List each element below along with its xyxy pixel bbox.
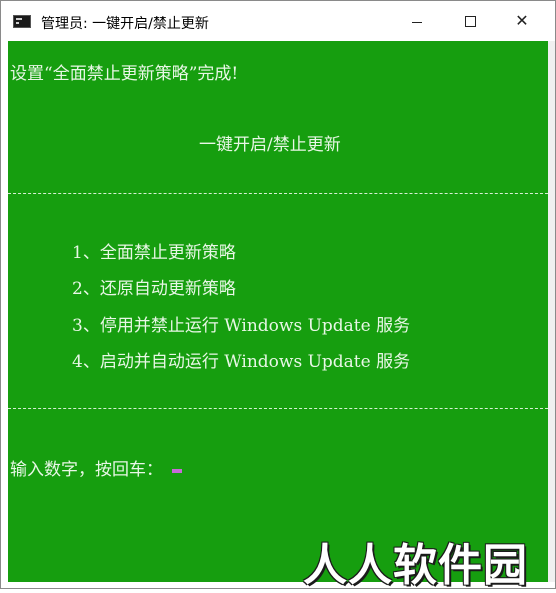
console-icon	[13, 15, 31, 28]
maximize-button[interactable]	[447, 1, 493, 41]
menu-item-4: 4、启动并自动运行 Windows Update 服务	[72, 352, 411, 372]
window-title: 管理员: 一键开启/禁止更新	[41, 16, 209, 32]
separator-bottom	[8, 408, 548, 409]
minimize-button[interactable]	[394, 1, 440, 41]
maximize-icon	[465, 16, 476, 27]
close-icon: ✕	[515, 11, 529, 30]
scrollbar[interactable]	[548, 41, 555, 582]
minimize-icon	[412, 22, 422, 23]
menu-item-1: 1、全面禁止更新策略	[72, 243, 236, 263]
status-line: 设置“全面禁止更新策略”完成!	[10, 64, 239, 84]
menu-item-3: 3、停用并禁止运行 Windows Update 服务	[72, 316, 411, 336]
title-bar[interactable]: 管理员: 一键开启/禁止更新 ✕	[1, 1, 555, 41]
menu-item-2: 2、还原自动更新策略	[72, 279, 236, 299]
input-prompt: 输入数字，按回车：	[10, 460, 163, 480]
console-heading: 一键开启/禁止更新	[199, 135, 341, 155]
close-button[interactable]: ✕	[499, 1, 545, 41]
watermark-logo: 人人软件园	[303, 540, 528, 591]
text-cursor[interactable]	[172, 469, 182, 473]
console-window: 管理员: 一键开启/禁止更新 ✕ 设置“全面禁止更新策略”完成! 一键开启/禁止…	[0, 0, 556, 591]
console-output[interactable]: 设置“全面禁止更新策略”完成! 一键开启/禁止更新 1、全面禁止更新策略 2、还…	[8, 41, 548, 582]
separator-top	[8, 193, 548, 194]
